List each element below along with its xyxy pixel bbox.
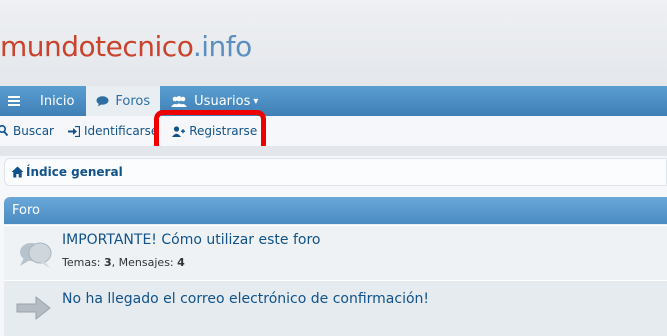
section-divider	[0, 146, 667, 156]
nav-item-foros[interactable]: Foros	[86, 86, 161, 116]
posts-count: 4	[177, 256, 185, 269]
search-icon	[0, 125, 9, 137]
sign-in-icon	[67, 125, 80, 137]
login-link-label: Identificarse	[83, 124, 159, 138]
logo-tld: .info	[192, 30, 252, 63]
logo-brand: mundotecnico	[0, 30, 193, 63]
search-link-label: Buscar	[13, 124, 54, 138]
home-icon	[11, 166, 24, 178]
nav-label-usuarios: Usuarios	[194, 93, 251, 109]
forum-stats: Temas: 3, Mensajes: 4	[62, 256, 185, 269]
topics-count: 3	[104, 256, 112, 269]
arrow-right-icon	[16, 295, 52, 324]
speech-bubbles-icon	[16, 240, 54, 273]
forum-list: Foro IMPORTANTE! Cómo utilizar este foro…	[4, 197, 667, 336]
breadcrumb-home-link[interactable]: Índice general	[26, 165, 123, 179]
topics-label: Temas:	[62, 256, 101, 269]
forum-header: Foro	[4, 197, 667, 224]
site-header: mundotecnico.info	[0, 0, 667, 86]
nav-item-inicio[interactable]: Inicio	[28, 86, 86, 116]
list-item: No ha llegado el correo electrónico de c…	[4, 280, 667, 336]
posts-label: Mensajes:	[118, 256, 174, 269]
chat-bubble-icon	[96, 95, 109, 107]
forum-title-link[interactable]: No ha llegado el correo electrónico de c…	[62, 291, 429, 307]
forum-title-link[interactable]: IMPORTANTE! Cómo utilizar este foro	[62, 232, 320, 248]
users-icon	[170, 95, 188, 107]
list-item: IMPORTANTE! Cómo utilizar este foro Tema…	[4, 225, 667, 280]
site-logo[interactable]: mundotecnico.info	[0, 30, 252, 63]
search-link[interactable]: Buscar	[0, 124, 54, 138]
breadcrumb: Índice general	[4, 158, 667, 186]
nav-label-inicio: Inicio	[40, 93, 75, 109]
nav-label-foros: Foros	[115, 93, 151, 109]
chevron-down-icon: ▾	[253, 95, 259, 107]
quick-links: Buscar Identificarse Registrarse	[0, 118, 667, 144]
hamburger-icon	[8, 96, 20, 106]
menu-toggle-button[interactable]	[0, 86, 28, 116]
main-nav: Inicio Foros Usuarios ▾	[0, 86, 667, 116]
login-link[interactable]: Identificarse	[67, 124, 159, 138]
